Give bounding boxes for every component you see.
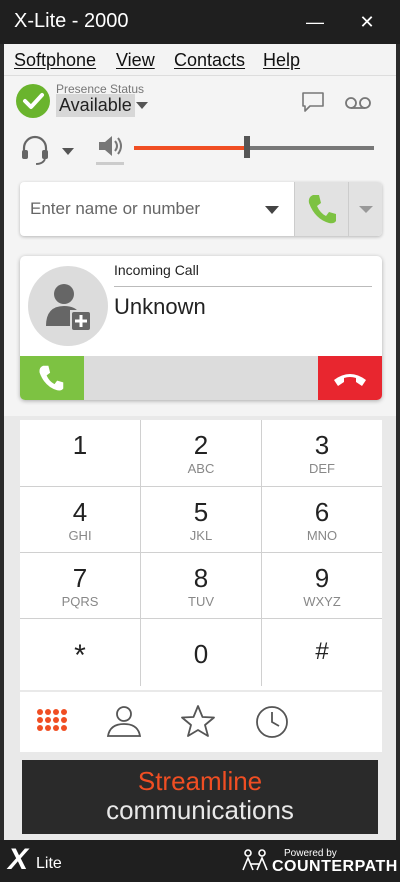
key-digit: 5 <box>193 497 209 527</box>
chevron-down-icon <box>359 206 373 213</box>
speaker-icon[interactable] <box>96 132 126 165</box>
key-letters: MNO <box>306 528 338 543</box>
chat-icon[interactable] <box>300 90 326 119</box>
key-digit: 2 <box>193 430 209 460</box>
incoming-call-card: Incoming Call Unknown <box>20 256 382 400</box>
decline-button[interactable] <box>318 356 382 400</box>
dial-history-chevron-icon[interactable] <box>265 206 279 214</box>
presence-check-icon[interactable] <box>16 84 50 118</box>
key-letters: WXYZ <box>303 594 341 609</box>
control-area: Presence Status Available Enter name or … <box>4 76 396 416</box>
presence-status-value[interactable]: Available <box>56 94 135 117</box>
counterpath-logo-icon <box>240 846 270 881</box>
key-digit: # <box>315 638 329 665</box>
menu-bar: Softphone View Contacts Help <box>4 44 396 76</box>
key-letters: GHI <box>68 528 92 543</box>
minimize-button[interactable]: — <box>300 8 330 36</box>
volume-slider-thumb[interactable] <box>243 136 250 158</box>
key-hash[interactable]: # <box>262 619 382 685</box>
key-digit: 7 <box>72 563 88 593</box>
key-7[interactable]: 7 PQRS <box>20 553 140 619</box>
key-0[interactable]: 0 <box>141 619 261 685</box>
key-letters: JKL <box>189 528 213 543</box>
advertisement-banner[interactable]: Streamline communications <box>22 760 378 834</box>
call-action-bar <box>20 356 382 400</box>
window-title: X-Lite - 2000 <box>14 10 129 32</box>
key-5[interactable]: 5 JKL <box>141 487 261 553</box>
divider <box>114 286 372 287</box>
xlite-logo-text: Lite <box>36 855 62 872</box>
dialpad-icon[interactable] <box>32 702 72 742</box>
title-bar: X-Lite - 2000 — ✕ <box>0 0 400 44</box>
phone-icon <box>308 195 336 224</box>
speaker-underline <box>96 162 124 165</box>
dial-pad: 1 2 ABC 3 DEF 4 GHI 5 JKL 6 MNO 7 PQRS 8 TUV 9W… <box>20 420 382 690</box>
key-2[interactable]: 2 ABC <box>141 420 261 486</box>
headset-chevron-down-icon[interactable] <box>62 148 74 155</box>
volume-slider-fill <box>134 146 247 150</box>
contacts-icon[interactable] <box>104 702 144 742</box>
menu-view[interactable]: View <box>116 50 155 71</box>
key-digit: 1 <box>72 430 88 460</box>
dial-box <box>20 182 382 236</box>
key-1[interactable]: 1 <box>20 420 140 486</box>
footer: X Lite Powered by COUNTERPATH <box>0 840 400 882</box>
key-digit: * <box>74 639 86 672</box>
caller-name: Unknown <box>114 294 206 319</box>
key-6[interactable]: 6 MNO <box>262 487 382 553</box>
history-icon[interactable] <box>252 702 292 742</box>
banner-subline: communications <box>106 795 294 825</box>
answer-button[interactable] <box>20 356 84 400</box>
bottom-tabs <box>20 692 382 752</box>
chevron-down-icon[interactable] <box>136 102 148 109</box>
incoming-call-title: Incoming Call <box>114 262 199 278</box>
key-letters: ABC <box>187 461 215 476</box>
xlite-logo: X <box>8 843 29 876</box>
voicemail-icon[interactable] <box>344 96 372 115</box>
key-letters: PQRS <box>61 594 99 609</box>
hang-up-icon <box>334 374 366 386</box>
key-digit: 6 <box>314 497 330 527</box>
menu-contacts[interactable]: Contacts <box>174 50 245 71</box>
dial-input[interactable] <box>20 182 292 236</box>
avatar <box>28 266 108 346</box>
menu-help[interactable]: Help <box>263 50 300 71</box>
headset-icon[interactable] <box>18 132 52 171</box>
key-4[interactable]: 4 GHI <box>20 487 140 553</box>
menu-softphone[interactable]: Softphone <box>14 50 96 71</box>
volume-slider[interactable] <box>134 146 374 150</box>
key-digit: 9 <box>314 563 330 593</box>
key-9[interactable]: 9 WXYZ <box>262 553 382 619</box>
add-contact-icon <box>46 284 92 332</box>
close-button[interactable]: ✕ <box>352 8 382 36</box>
app-window: Softphone View Contacts Help Presence St… <box>4 44 396 882</box>
phone-icon <box>39 365 64 391</box>
call-options-button[interactable] <box>348 182 382 236</box>
key-3[interactable]: 3 DEF <box>262 420 382 486</box>
key-digit: 8 <box>193 563 209 593</box>
key-letters: TUV <box>188 594 214 609</box>
call-button[interactable] <box>294 182 348 236</box>
key-8[interactable]: 8 TUV <box>141 553 261 619</box>
key-digit: 0 <box>193 639 209 669</box>
key-star[interactable]: * <box>20 619 140 685</box>
key-digit: 4 <box>72 497 88 527</box>
favorites-icon[interactable] <box>178 702 218 742</box>
key-digit: 3 <box>314 430 330 460</box>
key-letters: DEF <box>309 461 335 476</box>
counterpath-brand: COUNTERPATH <box>272 858 398 875</box>
banner-headline: Streamline <box>137 766 263 796</box>
